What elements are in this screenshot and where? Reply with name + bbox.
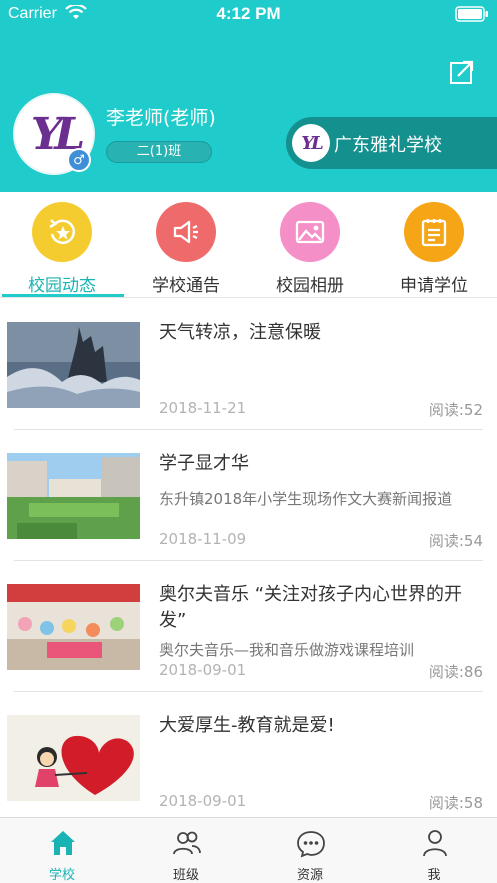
profile-header: Carrier 4:12 PM YL ♂ 李老师(老师) 二(1)班 YL 广东… (0, 0, 497, 192)
chat-bubble-icon (297, 831, 325, 858)
active-tab-indicator (2, 294, 124, 297)
tab-label: 申请学位 (400, 276, 468, 296)
school-campus-image (7, 453, 140, 539)
news-read-count: 阅读:52 (428, 401, 483, 419)
tab-school-notice[interactable]: 学校通告 (124, 192, 248, 298)
photo-icon (280, 202, 340, 262)
category-tabs: 校园动态 学校通告 校园相册 申请学位 (0, 192, 497, 298)
school-name: 广东雅礼学校 (334, 135, 442, 156)
list-item[interactable]: 天气转凉，注意保暖 2018-11-21 阅读:52 (0, 299, 497, 430)
list-item[interactable]: 大爱厚生-教育就是爱! 2018-09-01 阅读:58 (0, 692, 497, 816)
news-title: 天气转凉，注意保暖 (159, 322, 321, 343)
megaphone-icon (156, 202, 216, 262)
news-subtitle: 东升镇2018年小学生现场作文大赛新闻报道 (159, 490, 453, 508)
gender-male-icon: ♂ (67, 148, 91, 172)
school-logo: YL (292, 124, 330, 162)
news-read-count: 阅读:58 (428, 794, 483, 812)
castle-waves-image (7, 322, 140, 408)
tab-campus-album[interactable]: 校园相册 (248, 192, 372, 298)
heart-girl-image (7, 715, 140, 801)
list-item[interactable]: 学子显才华 东升镇2018年小学生现场作文大赛新闻报道 2018-11-09 阅… (0, 430, 497, 561)
clock: 4:12 PM (216, 4, 281, 23)
news-date: 2018-09-01 (159, 661, 247, 679)
star-refresh-icon (32, 202, 92, 262)
school-switcher[interactable]: YL 广东雅礼学校 (286, 117, 497, 169)
person-icon (423, 830, 447, 857)
group-icon (173, 831, 201, 855)
news-list: 天气转凉，注意保暖 2018-11-21 阅读:52 学子显才华 东升镇2018… (0, 299, 497, 816)
news-read-count: 阅读:54 (428, 532, 483, 550)
nav-school[interactable]: 学校 (0, 818, 124, 883)
news-subtitle: 奥尔夫音乐—我和音乐做游戏课程培训 (159, 641, 415, 659)
news-read-count: 阅读:86 (428, 663, 483, 681)
share-icon[interactable] (448, 58, 476, 86)
nav-me[interactable]: 我 (372, 818, 496, 883)
tab-campus-news[interactable]: 校园动态 (0, 192, 124, 298)
status-bar: Carrier 4:12 PM (0, 0, 497, 30)
bottom-tab-bar: 学校 班级 资源 我 (0, 817, 497, 883)
home-icon (51, 831, 75, 855)
tab-label: 学校通告 (152, 276, 220, 296)
tab-apply-degree[interactable]: 申请学位 (372, 192, 496, 298)
nav-label: 资源 (296, 868, 323, 883)
nav-label: 学校 (48, 868, 75, 883)
tab-label: 校园动态 (28, 276, 96, 296)
teacher-name: 李老师(老师) (106, 107, 216, 129)
music-class-image (7, 584, 140, 670)
news-title: 奥尔夫音乐 “关注对孩子内心世界的开发” (159, 584, 463, 631)
news-title: 学子显才华 (159, 453, 249, 474)
news-date: 2018-11-21 (159, 399, 247, 417)
battery-icon (455, 6, 488, 22)
news-date: 2018-09-01 (159, 792, 247, 810)
news-title: 大爱厚生-教育就是爱! (159, 715, 335, 736)
nav-label: 我 (427, 868, 441, 883)
class-badge[interactable]: 二(1)班 (106, 141, 212, 163)
nav-resources[interactable]: 资源 (248, 818, 372, 883)
tab-label: 校园相册 (276, 276, 344, 296)
news-date: 2018-11-09 (159, 530, 247, 548)
nav-label: 班级 (172, 868, 199, 883)
clipboard-icon (404, 202, 464, 262)
nav-class[interactable]: 班级 (124, 818, 248, 883)
list-item[interactable]: 奥尔夫音乐 “关注对孩子内心世界的开发” 奥尔夫音乐—我和音乐做游戏课程培训 2… (0, 561, 497, 692)
